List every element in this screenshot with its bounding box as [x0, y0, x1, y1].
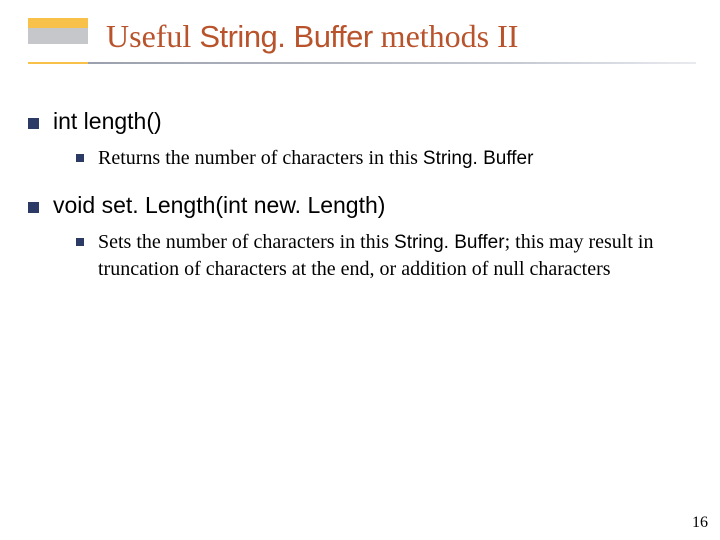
accent-yellow-bar	[28, 18, 88, 28]
accent-grey-bar	[28, 28, 88, 44]
desc-code: String. Buffer	[394, 232, 505, 253]
title-code: String. Buffer	[199, 19, 372, 54]
method-signature: void set. Length(int new. Length)	[53, 192, 385, 219]
title-rule	[28, 62, 696, 64]
square-bullet-icon	[28, 202, 39, 213]
list-item: Sets the number of characters in this St…	[76, 229, 666, 283]
desc-pre: Returns the number of characters in this	[98, 147, 423, 169]
slide: Useful String. Buffer methods II int len…	[0, 0, 720, 540]
header: Useful String. Buffer methods II	[28, 18, 692, 74]
page-number: 16	[692, 514, 708, 532]
list-item: void set. Length(int new. Length)	[28, 192, 692, 219]
method-description: Sets the number of characters in this St…	[98, 229, 666, 283]
square-bullet-icon	[76, 238, 84, 246]
square-bullet-icon	[28, 118, 39, 129]
square-bullet-icon	[76, 154, 84, 162]
list-item: int length()	[28, 108, 692, 135]
slide-title: Useful String. Buffer methods II	[106, 18, 518, 55]
desc-pre: Sets the number of characters in this	[98, 231, 394, 253]
accent-block	[28, 18, 88, 44]
method-description: Returns the number of characters in this…	[98, 145, 533, 172]
list-item: Returns the number of characters in this…	[76, 145, 666, 172]
title-post: methods II	[373, 18, 519, 54]
content: int length() Returns the number of chara…	[28, 74, 692, 283]
title-pre: Useful	[106, 18, 199, 54]
method-signature: int length()	[53, 108, 162, 135]
desc-code: String. Buffer	[423, 148, 534, 169]
